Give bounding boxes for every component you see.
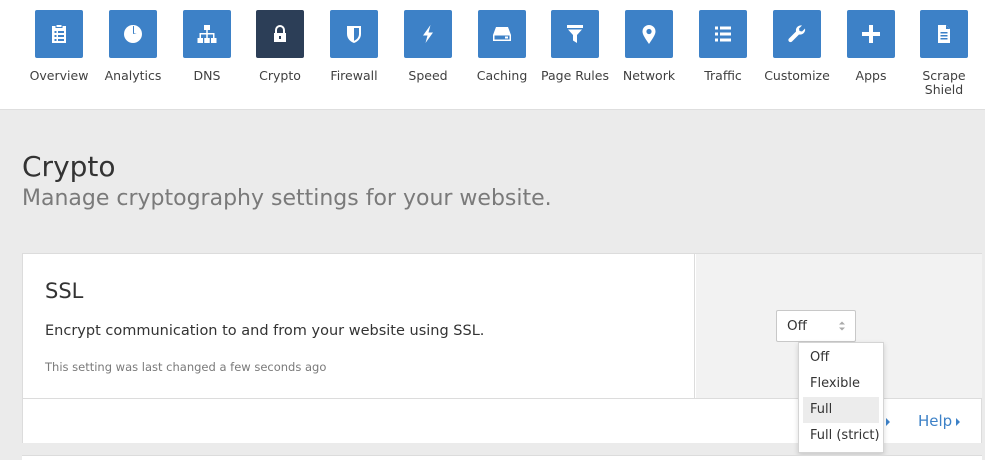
ssl-option-full[interactable]: Full: [803, 397, 879, 423]
ssl-option-flexible[interactable]: Flexible: [799, 371, 883, 397]
lock-icon: [256, 10, 304, 58]
nav-label-network: Network: [622, 68, 676, 83]
nav-item-caching[interactable]: Caching: [465, 10, 539, 83]
nav-item-customize[interactable]: Customize: [760, 10, 834, 83]
nav-item-traffic[interactable]: Traffic: [686, 10, 760, 83]
help-caret-icon: [956, 418, 960, 426]
top-navigation: Overview Analytics DNS Crypto Firewall S…: [0, 0, 985, 110]
hard-drive-icon: [478, 10, 526, 58]
help-link[interactable]: Help: [918, 412, 952, 430]
ssl-option-full-strict[interactable]: Full (strict): [799, 423, 883, 449]
clipboard-list-icon: [35, 10, 83, 58]
ssl-mode-select[interactable]: Off: [776, 310, 856, 342]
nav-label-dns: DNS: [193, 68, 221, 83]
nav-label-apps: Apps: [855, 68, 887, 83]
nav-item-scrape-shield[interactable]: Scrape Shield: [907, 10, 981, 97]
lightning-bolt-icon: [404, 10, 452, 58]
nav-label-analytics: Analytics: [104, 68, 162, 83]
page-title: Crypto: [22, 150, 116, 183]
next-card-edge: [22, 455, 982, 460]
nav-label-traffic: Traffic: [704, 68, 742, 83]
nav-label-scrape-shield: Scrape Shield: [922, 68, 966, 97]
nav-label-speed: Speed: [408, 68, 448, 83]
caret-right-icon: [886, 418, 890, 426]
nav-item-page-rules[interactable]: Page Rules: [538, 10, 612, 83]
ssl-card-body: SSL Encrypt communication to and from yo…: [23, 254, 695, 398]
nav-item-analytics[interactable]: Analytics: [96, 10, 170, 83]
filter-funnel-icon: [551, 10, 599, 58]
ssl-option-off[interactable]: Off: [799, 345, 883, 371]
nav-label-caching: Caching: [476, 68, 528, 83]
nav-label-crypto: Crypto: [259, 68, 301, 83]
ssl-mode-selected-value: Off: [787, 318, 807, 334]
nav-item-apps[interactable]: Apps: [834, 10, 908, 83]
ssl-description: Encrypt communication to and from your w…: [45, 323, 485, 339]
nav-item-overview[interactable]: Overview: [22, 10, 96, 83]
pie-chart-icon: [109, 10, 157, 58]
nav-label-page-rules: Page Rules: [541, 68, 609, 83]
nav-item-firewall[interactable]: Firewall: [317, 10, 391, 83]
shield-icon: [330, 10, 378, 58]
sitemap-icon: [183, 10, 231, 58]
wrench-icon: [773, 10, 821, 58]
ssl-mode-dropdown: Off Flexible Full Full (strict): [798, 342, 884, 453]
nav-item-speed[interactable]: Speed: [391, 10, 465, 83]
map-pin-icon: [625, 10, 673, 58]
document-icon: [920, 10, 968, 58]
nav-item-crypto[interactable]: Crypto: [243, 10, 317, 83]
ssl-title: SSL: [45, 279, 84, 303]
nav-item-network[interactable]: Network: [612, 10, 686, 83]
nav-label-customize: Customize: [764, 68, 830, 83]
nav-label-overview: Overview: [29, 68, 89, 83]
select-arrows-icon: [839, 321, 845, 331]
plus-icon: [847, 10, 895, 58]
list-icon: [699, 10, 747, 58]
nav-item-dns[interactable]: DNS: [170, 10, 244, 83]
ssl-last-changed: This setting was last changed a few seco…: [45, 360, 327, 374]
page-subtitle: Manage cryptography settings for your we…: [22, 186, 552, 211]
nav-label-firewall: Firewall: [330, 68, 378, 83]
